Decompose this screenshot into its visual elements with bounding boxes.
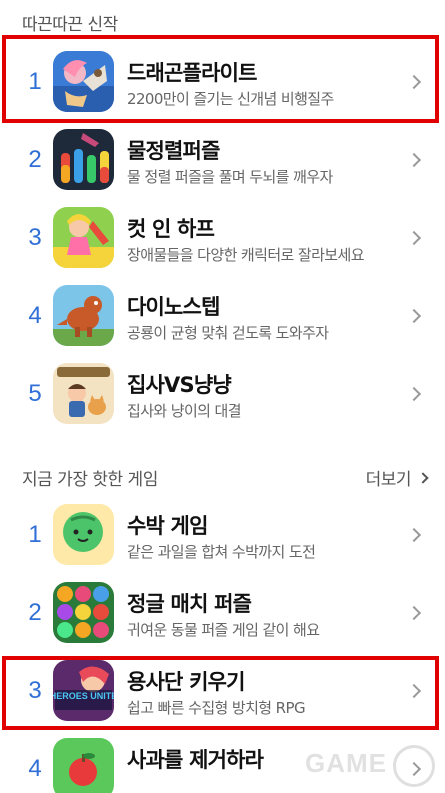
- rank-number: 2: [28, 599, 42, 626]
- app-description: 장애물들을 다양한 캐릭터로 잘라보세요: [127, 246, 365, 264]
- watermark-text: GAME: [305, 748, 387, 778]
- list-item-watermelon-game[interactable]: 1 수박 게임 같은 과일을 합쳐 수박까지 도전: [0, 496, 445, 574]
- see-more-label: 더보기: [365, 470, 412, 490]
- chevron-right-icon: [406, 308, 422, 324]
- chevron-right-icon: [406, 152, 422, 168]
- section-title-new-releases: 따끈따끈 신작: [22, 15, 118, 35]
- see-more-link[interactable]: 더보기: [365, 465, 429, 490]
- rank-number: 4: [28, 302, 42, 329]
- app-name: 다이노스텝: [127, 295, 220, 319]
- list-item-water-sort[interactable]: 2 물정렬퍼즐 물 정렬 퍼즐을 풀며 두뇌를 깨우자: [0, 121, 445, 199]
- watermark-logo: [393, 745, 435, 787]
- chevron-right-icon: [406, 74, 422, 90]
- rank-number: 2: [28, 146, 42, 173]
- rank-number: 3: [28, 677, 42, 704]
- butler-vs-cat-app-icon: [53, 363, 114, 424]
- rank-number: 1: [28, 521, 42, 548]
- rank-number: 4: [28, 755, 42, 782]
- dino-step-app-icon: [53, 285, 114, 346]
- app-description: 쉽고 빠른 수집형 방치형 RPG: [127, 699, 306, 717]
- heroes-unite-app-icon: HEROES UNITE: [53, 660, 114, 721]
- app-description: 물 정렬 퍼즐을 풀며 두뇌를 깨우자: [127, 168, 333, 186]
- app-name: 수박 게임: [127, 514, 208, 538]
- dragonflight-app-icon: [53, 51, 114, 112]
- app-description: 같은 과일을 합쳐 수박까지 도전: [127, 543, 316, 561]
- jungle-match-app-icon: [53, 582, 114, 643]
- app-description: 2200만이 즐기는 신개념 비행질주: [127, 90, 334, 108]
- list-item-jungle-match[interactable]: 2 정글 매치 퍼즐 귀여운 동물 퍼즐 게임 같이 해요: [0, 574, 445, 652]
- water-sort-app-icon: [53, 129, 114, 190]
- app-description: 집사와 냥이의 대결: [127, 402, 242, 420]
- chevron-right-icon: [406, 605, 422, 621]
- section-title-hot-games: 지금 가장 핫한 게임: [22, 470, 158, 490]
- watermelon-game-app-icon: [53, 504, 114, 565]
- rank-number: 1: [28, 68, 42, 95]
- chevron-right-icon: [406, 386, 422, 402]
- chevron-right-icon: [417, 471, 429, 484]
- list-item-dino-step[interactable]: 4 다이노스텝 공룡이 균형 맞춰 걷도록 도와주자: [0, 277, 445, 355]
- app-name: 컷 인 하프: [127, 217, 215, 241]
- app-description: 공룡이 균형 맞춰 걷도록 도와주자: [127, 324, 329, 342]
- rank-number: 3: [28, 224, 42, 251]
- app-name: 정글 매치 퍼즐: [127, 592, 252, 616]
- chevron-right-icon: [406, 683, 422, 699]
- app-name: 물정렬퍼즐: [127, 139, 220, 163]
- list-item-heroes-unite[interactable]: 3 HEROES UNITE 용사단 키우기 쉽고 빠른 수집형 방치형 RPG: [0, 652, 445, 730]
- list-item-butler-vs-cat[interactable]: 5 집사VS냥냥 집사와 냥이의 대결: [0, 355, 445, 433]
- list-item-dragonflight[interactable]: 1 드래곤플라이트 2200만이 즐기는 신개념 비행질주: [0, 43, 445, 121]
- rank-number: 5: [28, 380, 42, 407]
- app-description: 귀여운 동물 퍼즐 게임 같이 해요: [127, 621, 320, 639]
- app-name: 드래곤플라이트: [127, 61, 257, 85]
- list-item-cut-in-half[interactable]: 3 컷 인 하프 장애물들을 다양한 캐릭터로 잘라보세요: [0, 199, 445, 277]
- app-name: 사과를 제거하라: [127, 748, 264, 772]
- heroes-unite-logo-text-1: HEROES UNITE: [53, 691, 114, 701]
- chevron-right-icon: [406, 527, 422, 543]
- apple-remove-app-icon: [53, 738, 114, 793]
- chevron-right-icon: [406, 230, 422, 246]
- app-name: 집사VS냥냥: [127, 373, 232, 397]
- cut-in-half-app-icon: [53, 207, 114, 268]
- app-name: 용사단 키우기: [127, 670, 245, 694]
